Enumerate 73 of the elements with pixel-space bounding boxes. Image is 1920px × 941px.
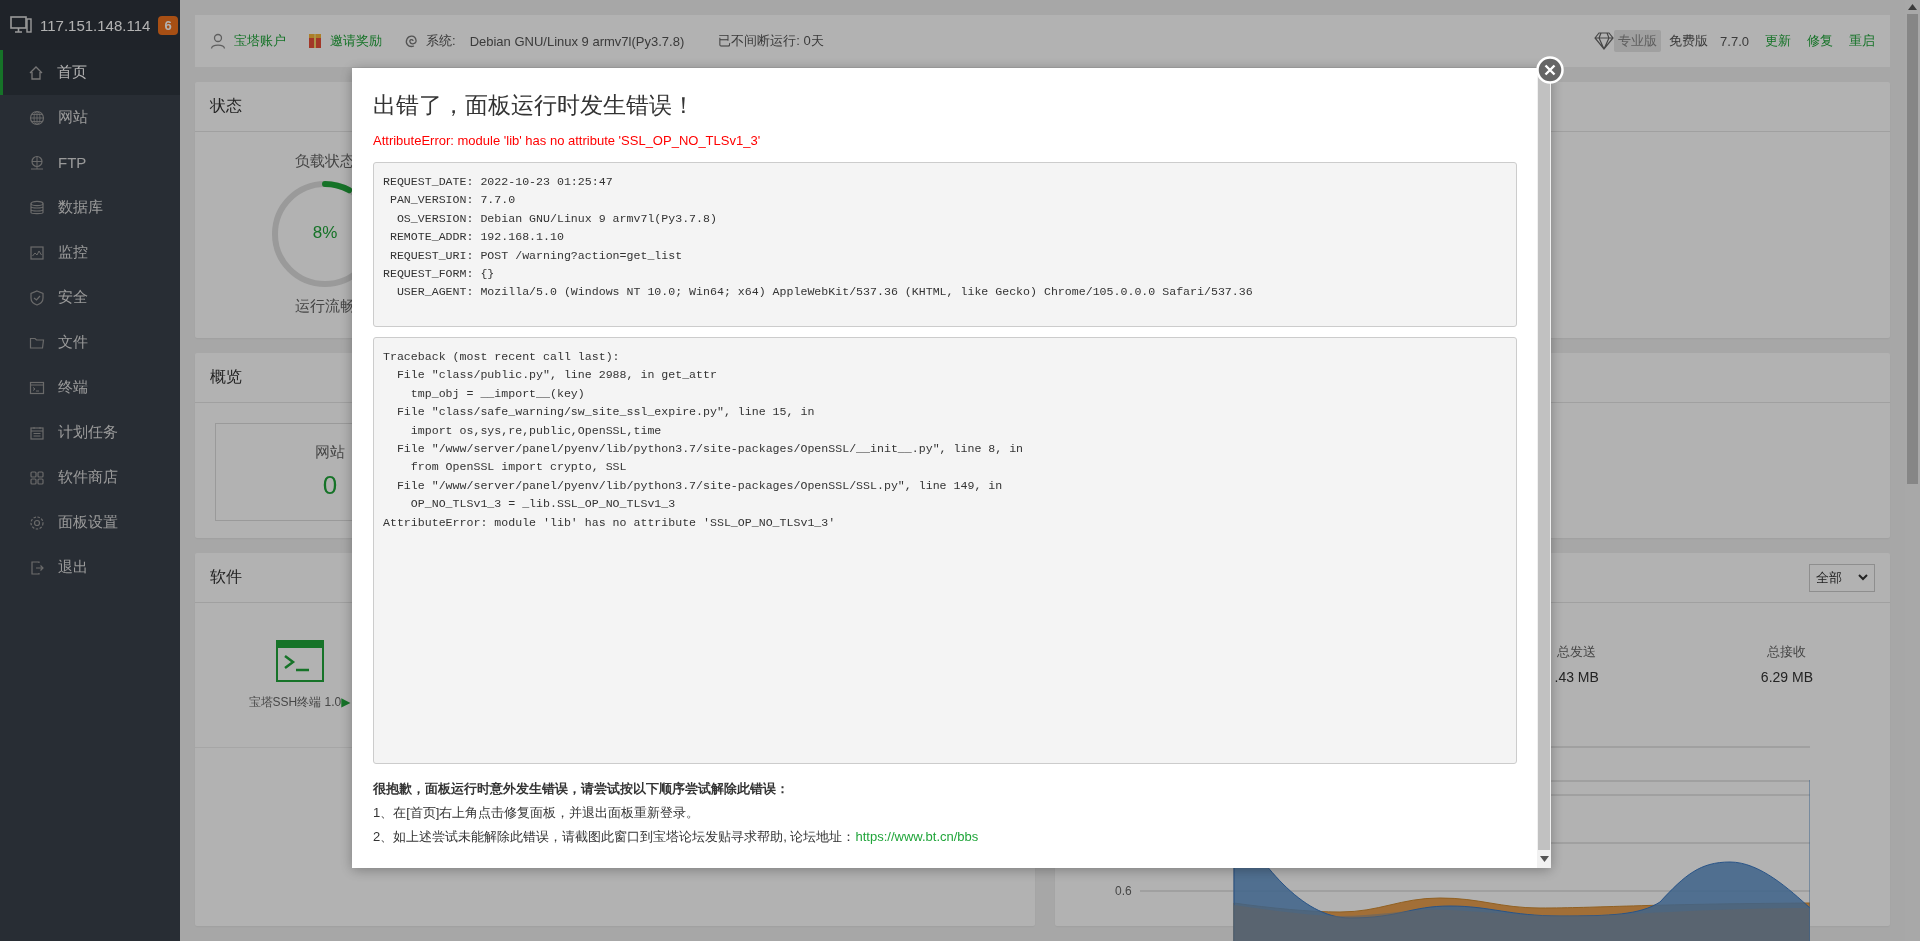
panel-title: 概览 [210,367,242,387]
terminal-icon[interactable] [275,639,324,682]
traffic-value: .43 MB [1554,669,1599,685]
help-step: 2、如上述尝试未能解除此错误，请截图此窗口到宝塔论坛发贴寻求帮助, 论坛地址：https://www.bt.cn/bbs [373,828,1517,846]
version-text: 7.7.0 [1720,33,1749,49]
diamond-icon [1594,32,1615,50]
forum-link[interactable]: https://www.bt.cn/bbs [855,829,979,844]
log-line: File "class/safe_warning/sw_site_ssl_expire.py", line 15, in [395,404,815,421]
settings-icon [28,513,46,532]
notification-badge[interactable]: 6 [158,15,178,35]
uptime-text: 已不间断运行: 0天 [718,32,824,50]
nav-item[interactable]: 退出 [0,545,180,590]
server-address: 117.151.148.114 [40,16,151,34]
gauge-value: 8% [311,223,339,243]
database-icon [28,198,46,217]
action-link[interactable]: 重启 [1849,32,1875,50]
nav-item[interactable]: 监控 [0,230,180,275]
nav-item[interactable]: 文件 [0,320,180,365]
log-line: USER_AGENT: Mozilla/5.0 (Windows NT 10.0; Win64; x64) AppleWebKit/537.36 (KHTML, like Gecko) Chrome/105.0.0.0 Safari/537.36 [395,284,1253,301]
traffic-value: 6.29 MB [1760,669,1813,685]
nav-item[interactable]: 软件商店 [0,455,180,500]
log-line: PAN_VERSION: 7.7.0 [388,192,516,209]
panel-title: 软件 [210,567,242,587]
range-select[interactable]: 全部 [1809,563,1875,592]
axis-label: 0.6 [1115,884,1132,898]
nav-item[interactable]: 计划任务 [0,410,180,455]
scrollbar-thumb[interactable] [1907,14,1918,484]
nav-item[interactable]: 安全 [0,275,180,320]
nav-item[interactable]: 面板设置 [0,500,180,545]
log-line: Traceback (most recent call last): [383,349,620,365]
globe-icon [28,108,46,127]
user-icon [210,33,226,49]
log-line: REQUEST_URI: POST /warning?action=get_list [388,247,683,264]
error-message: AttributeError: module 'lib' has no attribute 'SSL_OP_NO_TLSv1_3' [373,133,762,148]
log-line: REQUEST_FORM: {} [383,266,495,283]
gift-icon [308,33,322,49]
grid-icon [28,468,46,487]
log-line: File "class/public.py", line 2988, in get_attr [395,367,717,384]
chart-monitor-icon [28,243,46,262]
software-name[interactable]: 宝塔SSH终端 1.0▶ [248,693,351,711]
system-info: Debian GNU/Linux 9 armv7l(Py3.7.8) [469,33,685,49]
nav-item[interactable]: 终端 [0,365,180,410]
dialog-title: 出错了，面板运行时发生错误！ [373,91,696,120]
system-label: 系统: [426,32,456,50]
stat-value: 0 [322,470,338,501]
log-line: tmp_obj = __import__(key) [409,385,585,402]
help-heading: 很抱歉，面板运行时意外发生错误，请尝试按以下顺序尝试解除此错误： [373,780,790,798]
nav-item[interactable]: FTP [0,140,180,185]
stat-label: 网站 [315,443,345,462]
monitor-icon [10,16,32,34]
scroll-up-icon[interactable] [1908,4,1917,10]
action-link[interactable]: 修复 [1807,32,1833,50]
account-link[interactable]: 宝塔账户 [234,32,286,50]
swirl-logo-icon [404,33,418,49]
traffic-label: 总接收 [1767,643,1807,661]
globe-network-icon [28,153,46,172]
log-line: OS_VERSION: Debian GNU/Linux 9 armv7l(Py3.7.8) [395,210,717,227]
chevron-down-icon [1858,574,1868,581]
traffic-label: 总发送 [1557,643,1597,661]
help-step: 1、在[首页]右上角点击修复面板，并退出面板重新登录。 [373,804,1517,822]
invite-link[interactable]: 邀请奖励 [330,32,382,50]
shield-icon [28,288,46,307]
edition-text: 免费版 [1669,32,1709,50]
log-line: REMOTE_ADDR: 192.168.1.10 [388,229,564,246]
panel-title: 状态 [210,96,242,116]
nav-item[interactable]: 首页 [0,50,180,95]
action-link[interactable]: 更新 [1765,32,1791,50]
nav-item[interactable]: 网站 [0,95,180,140]
log-line: REQUEST_DATE: 2022-10-23 01:25:47 [383,174,613,190]
pro-edition-badge[interactable]: 专业版 [1614,30,1662,52]
scroll-down-icon[interactable] [1539,856,1549,862]
nav-item[interactable]: 数据库 [0,185,180,230]
logout-icon [28,558,46,577]
